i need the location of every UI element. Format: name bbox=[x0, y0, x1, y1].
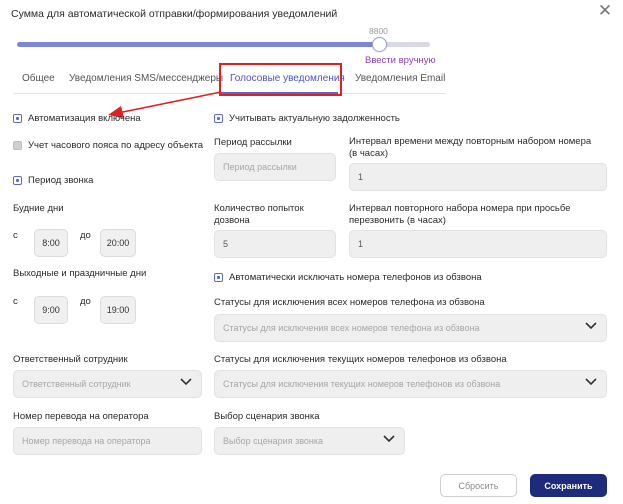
auto-exclude-checkbox[interactable] bbox=[214, 273, 223, 282]
close-icon[interactable]: ✕ bbox=[597, 2, 613, 19]
weekend-from-input[interactable]: 9:00 bbox=[34, 296, 68, 324]
chevron-down-icon bbox=[382, 434, 396, 448]
annotation-highlight-box bbox=[219, 63, 342, 96]
debt-label: Учитывать актуальную задолженность bbox=[229, 113, 400, 124]
weekday-to-prefix: до bbox=[80, 230, 91, 241]
redial-interval-label: Интервал времени между повторным набором… bbox=[349, 136, 592, 159]
chevron-down-icon bbox=[584, 377, 598, 391]
chevron-down-icon bbox=[179, 377, 193, 391]
weekday-to-input[interactable]: 20:00 bbox=[100, 229, 136, 257]
tab-general[interactable]: Общее bbox=[22, 73, 55, 84]
tab-sms-messengers[interactable]: Уведомления SMS/мессенджеры bbox=[69, 73, 223, 84]
timezone-label: Учет часового пояса по адресу объекта bbox=[28, 140, 203, 151]
weekday-from-prefix: с bbox=[13, 230, 18, 241]
auto-exclude-label: Автоматически исключать номера телефонов… bbox=[229, 272, 482, 283]
responsible-select[interactable]: Ответственный сотрудник bbox=[13, 370, 202, 398]
slider-value: 8800 bbox=[369, 26, 388, 36]
automation-checkbox[interactable] bbox=[13, 114, 22, 123]
exclude-current-label: Статусы для исключения текущих номеров т… bbox=[214, 354, 507, 365]
automation-label: Автоматизация включена bbox=[28, 113, 141, 124]
save-button[interactable]: Сохранить bbox=[530, 474, 607, 497]
scenario-select[interactable]: Выбор сценария звонка bbox=[214, 427, 405, 455]
scenario-label: Выбор сценария звонка bbox=[214, 411, 320, 422]
amount-slider-fill bbox=[17, 42, 380, 47]
exclude-all-placeholder: Статусы для исключения всех номеров теле… bbox=[223, 323, 480, 333]
exclude-all-label: Статусы для исключения всех номеров теле… bbox=[214, 297, 485, 308]
weekend-to-prefix: до bbox=[80, 296, 91, 307]
transfer-number-input[interactable]: Номер перевода на оператора bbox=[13, 427, 202, 455]
timezone-checkbox[interactable] bbox=[13, 141, 22, 150]
weekends-label: Выходные и праздничные дни bbox=[13, 268, 147, 279]
amount-slider-thumb[interactable] bbox=[372, 37, 387, 52]
callback-interval-input[interactable]: 1 bbox=[349, 230, 607, 258]
weekend-from-prefix: с bbox=[13, 296, 18, 307]
dialog-title: Сумма для автоматической отправки/формир… bbox=[11, 8, 338, 20]
responsible-label: Ответственный сотрудник bbox=[13, 354, 128, 365]
weekend-to-input[interactable]: 19:00 bbox=[100, 296, 136, 324]
period-input[interactable]: Период рассылки bbox=[214, 153, 336, 181]
redial-interval-input[interactable]: 1 bbox=[349, 163, 607, 191]
tab-email-notifications[interactable]: Уведомления Email bbox=[355, 73, 445, 84]
manual-entry-link[interactable]: Ввести вручную bbox=[365, 55, 436, 66]
exclude-current-select[interactable]: Статусы для исключения текущих номеров т… bbox=[214, 370, 607, 398]
attempts-label: Количество попыток дозвона bbox=[214, 203, 304, 226]
responsible-placeholder: Ответственный сотрудник bbox=[22, 379, 131, 389]
debt-checkbox[interactable] bbox=[214, 114, 223, 123]
weekdays-label: Будние дни bbox=[13, 203, 64, 214]
period-label: Период рассылки bbox=[214, 137, 292, 148]
callback-interval-label: Интервал повторного набора номера при пр… bbox=[349, 203, 571, 226]
reset-button[interactable]: Сбросить bbox=[440, 474, 517, 497]
transfer-number-label: Номер перевода на оператора bbox=[13, 411, 149, 422]
attempts-input[interactable]: 5 bbox=[214, 230, 336, 258]
scenario-placeholder: Выбор сценария звонка bbox=[223, 436, 324, 446]
exclude-all-select[interactable]: Статусы для исключения всех номеров теле… bbox=[214, 314, 607, 342]
weekday-from-input[interactable]: 8:00 bbox=[34, 229, 68, 257]
call-period-label: Период звонка bbox=[28, 175, 94, 186]
call-period-checkbox[interactable] bbox=[13, 176, 22, 185]
exclude-current-placeholder: Статусы для исключения текущих номеров т… bbox=[223, 379, 501, 389]
chevron-down-icon bbox=[584, 321, 598, 335]
